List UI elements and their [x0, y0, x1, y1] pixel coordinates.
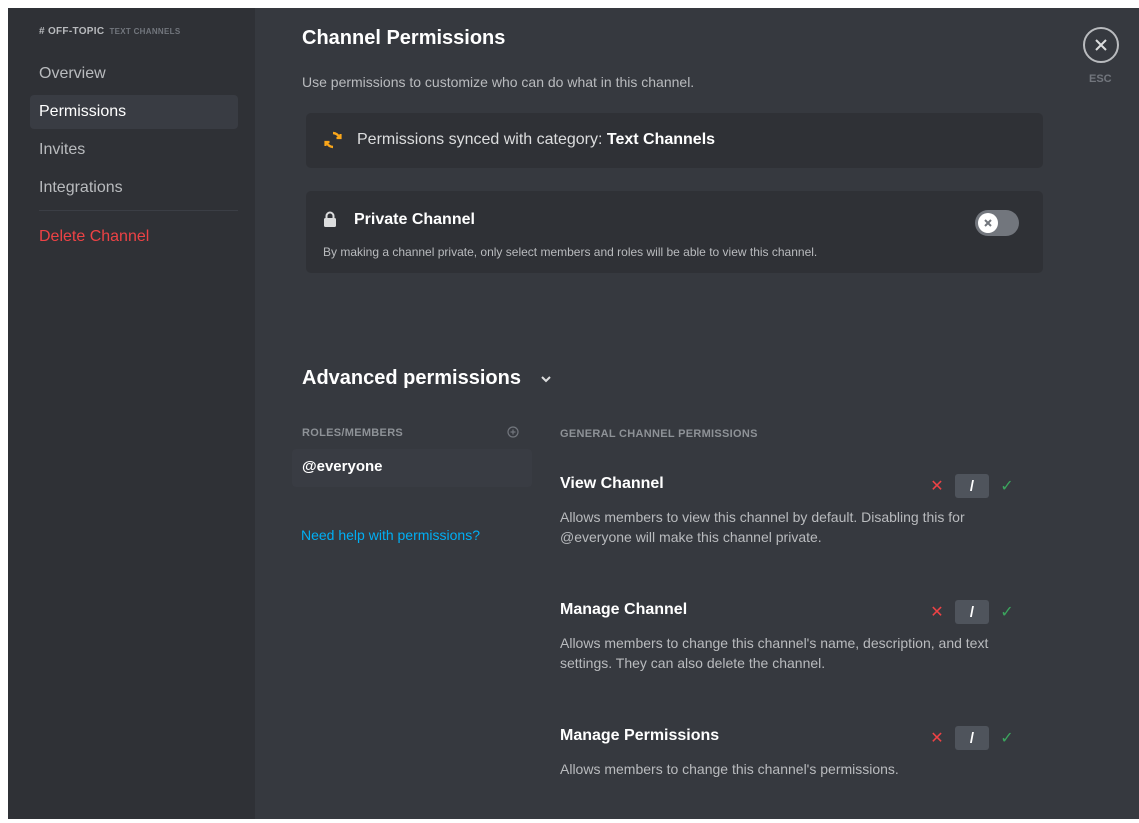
permissions-content: Channel Permissions Use permissions to c… — [255, 8, 1139, 819]
chevron-down-icon[interactable] — [539, 372, 553, 386]
private-channel-description: By making a channel private, only select… — [323, 245, 818, 259]
sidebar-item-permissions[interactable]: Permissions — [30, 95, 238, 129]
help-permissions-link[interactable]: Need help with permissions? — [301, 527, 480, 543]
page-title: Channel Permissions — [302, 27, 506, 49]
permissions-header: GENERAL CHANNEL PERMISSIONS — [560, 428, 758, 440]
close-button[interactable] — [1083, 27, 1119, 63]
sync-text: Permissions synced with category: Text C… — [357, 131, 715, 149]
permission-tri-state: ✕ / ✓ — [913, 598, 1029, 626]
sync-label: Permissions synced with category: — [357, 131, 607, 148]
sync-category: Text Channels — [606, 131, 716, 148]
channel-category: TEXT CHANNELS — [109, 27, 181, 36]
esc-label: ESC — [1089, 73, 1112, 85]
permission-name: View Channel — [560, 475, 664, 492]
toggle-knob — [978, 213, 998, 233]
permission-tri-state: ✕ / ✓ — [913, 472, 1029, 500]
neutral-button[interactable]: / — [955, 600, 989, 624]
permission-description: Allows members to change this channel's … — [560, 635, 989, 671]
neutral-button[interactable]: / — [955, 474, 989, 498]
settings-window: # OFF-TOPIC TEXT CHANNELS Overview Permi… — [8, 8, 1139, 819]
sidebar-item-integrations[interactable]: Integrations — [30, 171, 238, 205]
sync-icon — [324, 131, 342, 149]
channel-name: # OFF-TOPIC — [39, 26, 105, 37]
private-channel-title: Private Channel — [354, 211, 475, 228]
allow-button[interactable]: ✓ — [993, 600, 1021, 624]
sidebar-divider — [39, 210, 238, 211]
permission-tri-state: ✕ / ✓ — [913, 724, 1029, 752]
deny-button[interactable]: ✕ — [923, 600, 951, 624]
deny-button[interactable]: ✕ — [923, 474, 951, 498]
allow-button[interactable]: ✓ — [993, 726, 1021, 750]
sidebar-item-invites[interactable]: Invites — [30, 133, 238, 167]
neutral-button[interactable]: / — [955, 726, 989, 750]
page-description: Use permissions to customize who can do … — [302, 74, 695, 90]
permission-name: Manage Channel — [560, 601, 688, 618]
allow-button[interactable]: ✓ — [993, 474, 1021, 498]
advanced-permissions-title[interactable]: Advanced permissions — [302, 367, 521, 390]
permission-name: Manage Permissions — [560, 727, 720, 744]
sidebar-header: # OFF-TOPIC TEXT CHANNELS — [39, 26, 180, 37]
roles-header: ROLES/MEMBERS — [302, 427, 404, 439]
delete-channel-button[interactable]: Delete Channel — [30, 220, 238, 254]
private-channel-card: Private Channel By making a channel priv… — [306, 191, 1043, 273]
lock-icon — [324, 211, 336, 227]
add-circle-icon[interactable] — [507, 426, 519, 438]
permission-description: Allows members to change this channel's … — [560, 761, 899, 777]
private-channel-toggle[interactable] — [975, 210, 1019, 236]
permission-description: Allows members to view this channel by d… — [560, 509, 965, 545]
close-x-icon — [1095, 39, 1107, 51]
role-everyone[interactable]: @everyone — [292, 449, 532, 487]
settings-sidebar: # OFF-TOPIC TEXT CHANNELS Overview Permi… — [8, 8, 255, 819]
sync-notice: Permissions synced with category: Text C… — [306, 113, 1043, 168]
sidebar-item-overview[interactable]: Overview — [30, 57, 238, 91]
deny-button[interactable]: ✕ — [923, 726, 951, 750]
close-x-icon — [984, 219, 992, 227]
